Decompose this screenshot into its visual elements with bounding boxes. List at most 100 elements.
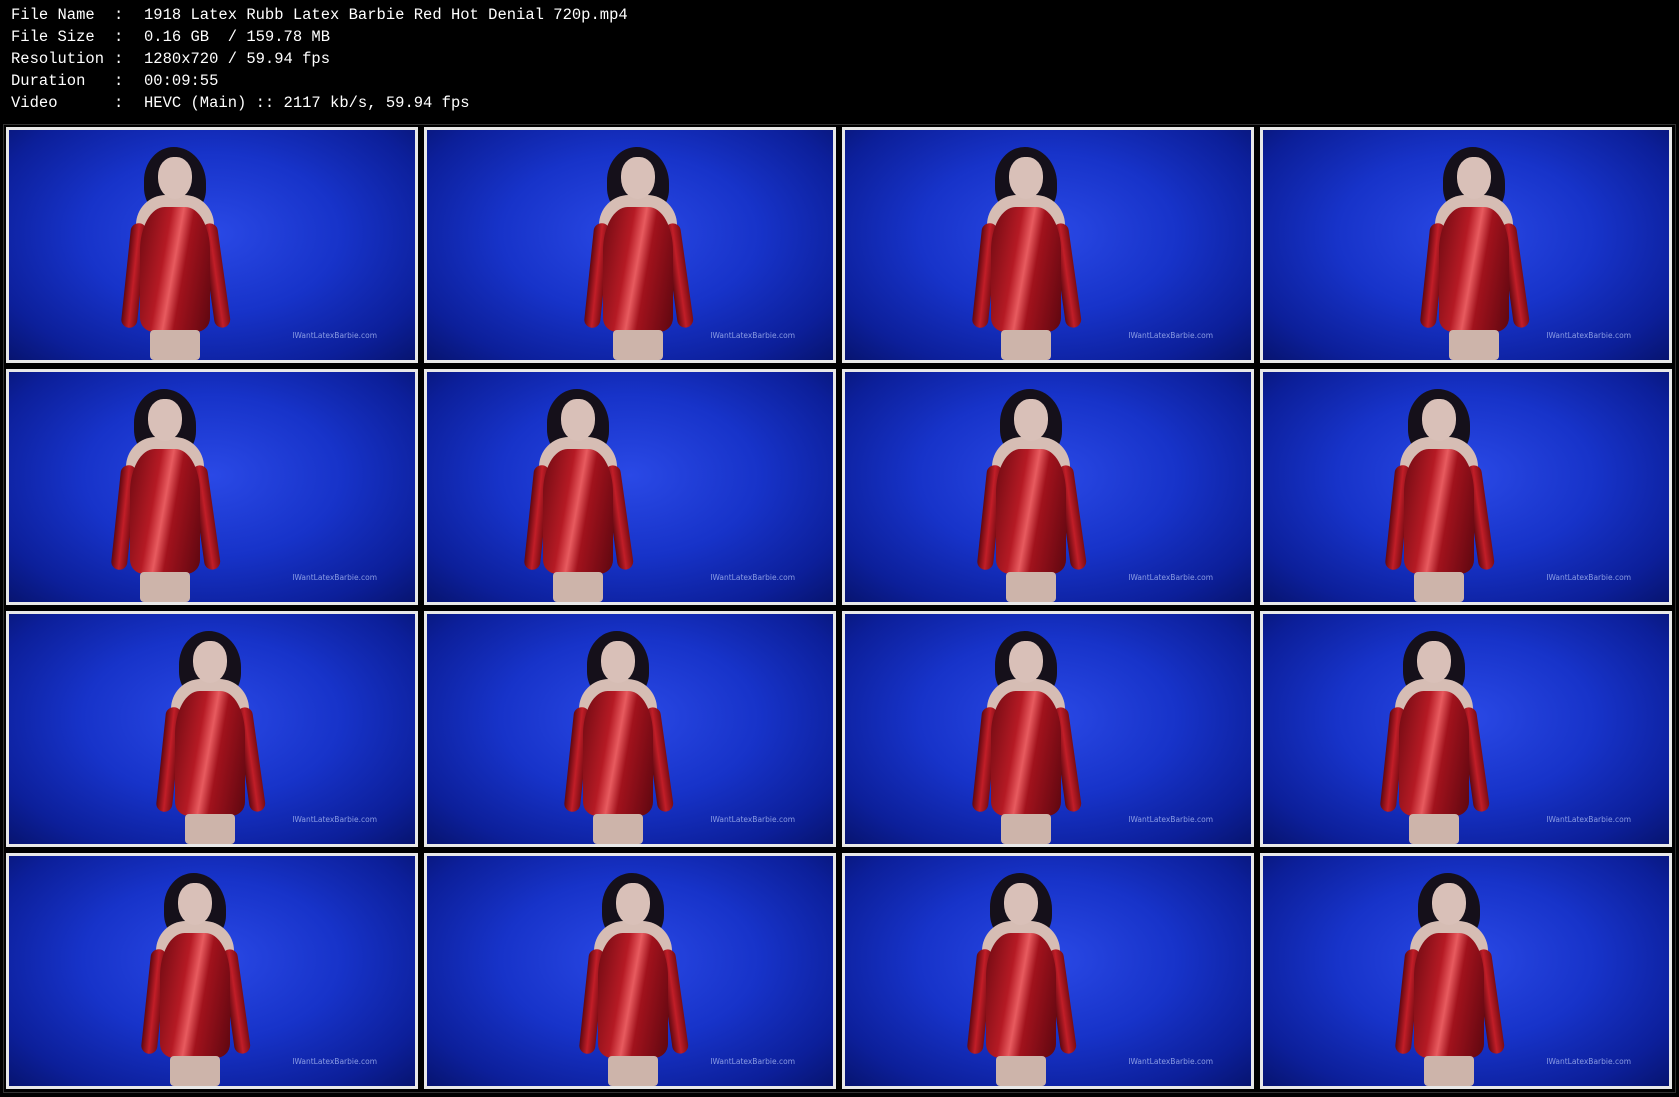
watermark-text: IWantLatexBarbie.com [710,331,795,340]
figure-face [601,641,635,683]
figure-dress [1439,207,1509,332]
info-label: File Name [11,6,95,24]
watermark-text: IWantLatexBarbie.com [1128,331,1213,340]
figure-dress [1399,691,1469,816]
figure-legs [1001,330,1051,360]
figure-legs [608,1056,658,1086]
watermark-text: IWantLatexBarbie.com [1128,1057,1213,1066]
video-thumbnail: IWantLatexBarbie.com [424,611,836,847]
info-value: HEVC (Main) :: 2117 kb/s, 59.94 fps [144,94,470,112]
figure-face [1417,641,1451,683]
figure-face [1014,399,1048,441]
figure-legs [593,814,643,844]
figure-face [193,641,227,683]
thumbnail-figure [557,629,677,844]
watermark-text: IWantLatexBarbie.com [1128,815,1213,824]
figure-face [561,399,595,441]
figure-dress [1414,933,1484,1058]
watermark-text: IWantLatexBarbie.com [1546,331,1631,340]
info-value: 1918 Latex Rubb Latex Barbie Red Hot Den… [144,6,628,24]
figure-face [178,883,212,925]
watermark-text: IWantLatexBarbie.com [292,573,377,582]
figure-legs [1001,814,1051,844]
video-thumbnail: IWantLatexBarbie.com [842,853,1254,1089]
video-thumbnail: IWantLatexBarbie.com [424,853,836,1089]
figure-face [621,157,655,199]
info-label: File Size [11,28,95,46]
info-row-file-name: File Name: 1918 Latex Rubb Latex Barbie R… [11,4,1671,26]
info-label: Resolution [11,50,105,68]
figure-legs [1006,572,1056,602]
info-row-file-size: File Size: 0.16 GB / 159.78 MB [11,26,1671,48]
thumbnail-figure [1378,387,1498,602]
watermark-text: IWantLatexBarbie.com [1128,573,1213,582]
info-label: Video [11,94,58,112]
figure-dress [175,691,245,816]
video-thumbnail: IWantLatexBarbie.com [424,127,836,363]
figure-dress [543,449,613,574]
thumbnail-figure [114,145,234,360]
figure-dress [991,691,1061,816]
figure-legs [996,1056,1046,1086]
figure-legs [1449,330,1499,360]
watermark-text: IWantLatexBarbie.com [710,815,795,824]
info-separator: : [114,6,124,24]
video-thumbnail: IWantLatexBarbie.com [842,611,1254,847]
figure-dress [1404,449,1474,574]
thumbnail-figure [149,629,269,844]
figure-dress [583,691,653,816]
thumbnail-figure [577,145,697,360]
info-separator: : [114,94,124,112]
video-thumbnail: IWantLatexBarbie.com [6,369,418,605]
info-value: 0.16 GB / 159.78 MB [144,28,331,46]
info-separator: : [114,72,124,90]
video-thumbnail: IWantLatexBarbie.com [1260,127,1672,363]
figure-legs [553,572,603,602]
thumbnail-figure [517,387,637,602]
info-label: Duration [11,72,86,90]
info-row-duration: Duration: 00:09:55 [11,70,1671,92]
info-separator: : [114,50,124,68]
figure-dress [140,207,210,332]
thumbnail-figure [1413,145,1533,360]
info-row-video: Video: HEVC (Main) :: 2117 kb/s, 59.94 fp… [11,92,1671,114]
video-thumbnail: IWantLatexBarbie.com [6,611,418,847]
figure-legs [185,814,235,844]
thumbnail-figure [1388,871,1508,1086]
figure-dress [996,449,1066,574]
figure-legs [140,572,190,602]
watermark-text: IWantLatexBarbie.com [1546,1057,1631,1066]
thumbnail-figure [134,871,254,1086]
video-thumbnail: IWantLatexBarbie.com [424,369,836,605]
figure-dress [160,933,230,1058]
thumbnail-figure [965,145,1085,360]
video-thumbnail: IWantLatexBarbie.com [6,853,418,1089]
watermark-text: IWantLatexBarbie.com [292,815,377,824]
thumbnail-figure [104,387,224,602]
figure-legs [613,330,663,360]
watermark-text: IWantLatexBarbie.com [710,1057,795,1066]
figure-dress [986,933,1056,1058]
figure-face [1457,157,1491,199]
thumbnail-figure [960,871,1080,1086]
figure-legs [170,1056,220,1086]
watermark-text: IWantLatexBarbie.com [710,573,795,582]
thumbnail-figure [572,871,692,1086]
video-thumbnail: IWantLatexBarbie.com [6,127,418,363]
figure-face [1432,883,1466,925]
thumbnail-figure [1373,629,1493,844]
figure-legs [1424,1056,1474,1086]
figure-face [158,157,192,199]
video-thumbnail: IWantLatexBarbie.com [1260,853,1672,1089]
watermark-text: IWantLatexBarbie.com [292,331,377,340]
info-separator: : [114,28,124,46]
figure-dress [991,207,1061,332]
figure-face [1009,157,1043,199]
figure-dress [603,207,673,332]
info-value: 00:09:55 [144,72,219,90]
figure-dress [130,449,200,574]
file-info-header: File Name: 1918 Latex Rubb Latex Barbie R… [11,4,1671,118]
figure-legs [1409,814,1459,844]
figure-face [1004,883,1038,925]
figure-legs [150,330,200,360]
